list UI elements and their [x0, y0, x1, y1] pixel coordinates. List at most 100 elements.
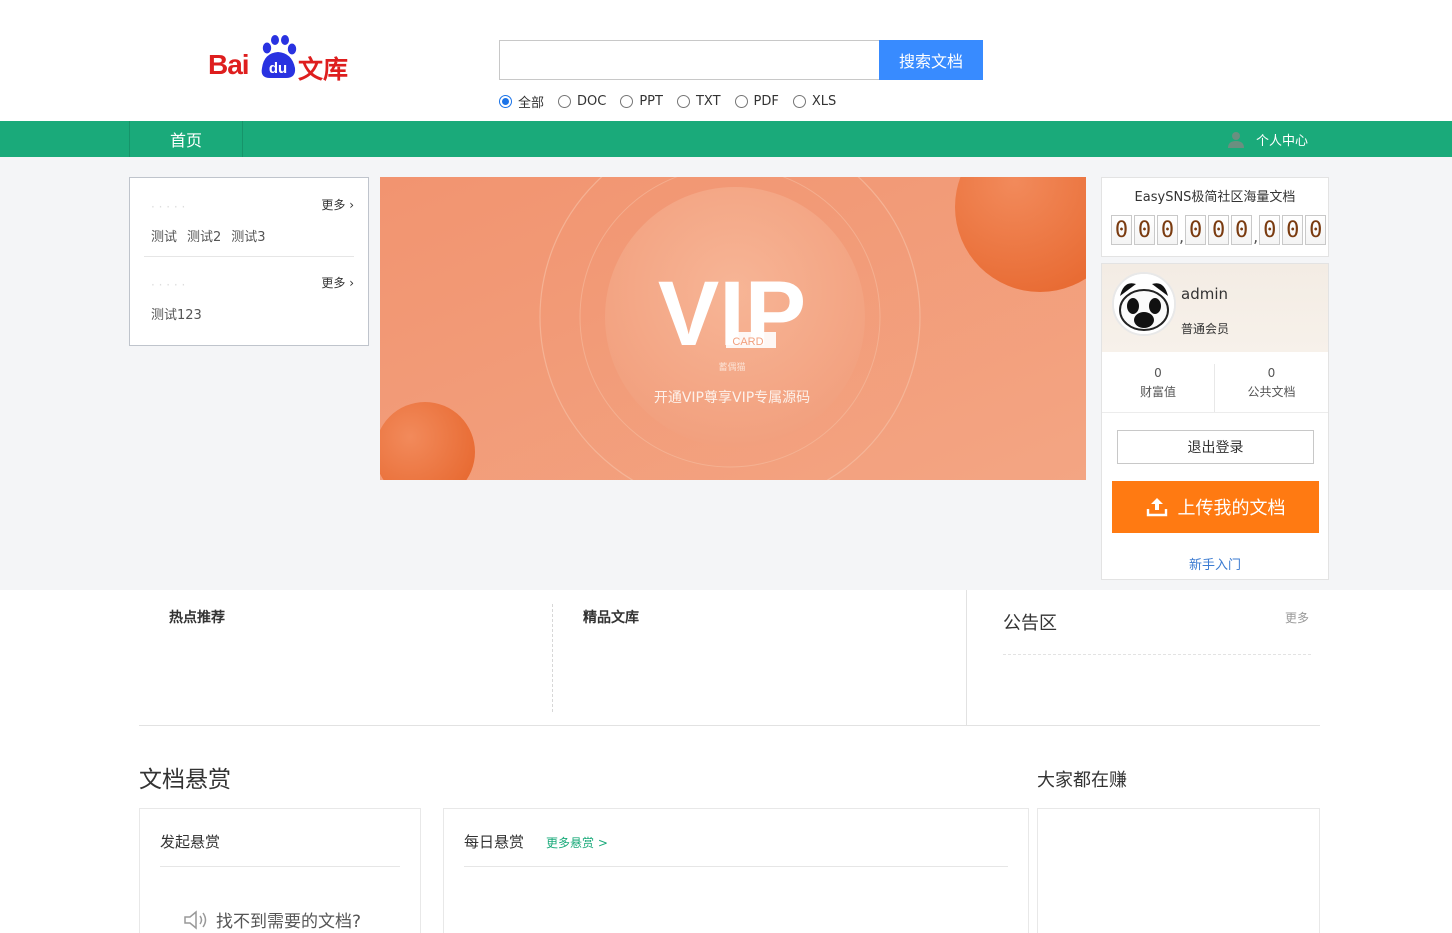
paw-icon: du [261, 35, 297, 78]
doc-reward-title: 文档悬赏 [139, 767, 231, 793]
search-button[interactable]: 搜索文档 [879, 40, 983, 80]
banner-tagline: 开通VIP尊享VIP专属源码 [654, 389, 810, 406]
avatar[interactable] [1112, 272, 1176, 336]
user-name[interactable]: admin [1181, 285, 1228, 303]
upload-icon [1146, 498, 1167, 517]
notice-more-link[interactable]: 更多 [1285, 609, 1309, 626]
category-more-link[interactable]: 更多 › [321, 196, 354, 213]
docs-value: 0 [1267, 366, 1276, 380]
filter-all[interactable]: 全部 [499, 92, 544, 111]
nav-home[interactable]: 首页 [129, 121, 243, 157]
panda-avatar-icon [1114, 274, 1174, 334]
counter-digit: 0 [1305, 215, 1327, 245]
nav-user-center[interactable]: 个人中心 [1226, 121, 1308, 157]
logout-button[interactable]: 退出登录 [1117, 430, 1314, 464]
daily-reward-title: 每日悬赏 [464, 833, 525, 851]
user-icon [1228, 132, 1244, 148]
counter-comma: , [1179, 227, 1185, 246]
category-link[interactable]: 测试123 [151, 304, 202, 323]
counter-digit: 0 [1231, 215, 1253, 245]
nav-user-center-label: 个人中心 [1256, 133, 1309, 149]
radio-icon [676, 94, 690, 108]
banner-small-text: 蓄偶猫 [718, 361, 745, 373]
not-found-text: 找不到需要的文档? [216, 912, 362, 932]
stats-title: EasySNS极简社区海量文档 [1134, 190, 1296, 205]
panel-divider [160, 866, 400, 867]
panel-divider [464, 866, 1008, 867]
everyone-earning-title: 大家都在赚 [1037, 770, 1127, 791]
filter-txt[interactable]: TXT [676, 93, 721, 109]
vip-card-label: CARD [732, 336, 763, 348]
filter-xls[interactable]: XLS [792, 93, 837, 109]
radio-checked-icon [499, 94, 512, 108]
earning-panel [1037, 808, 1320, 933]
radio-icon [792, 94, 806, 108]
more-rewards-link[interactable]: 更多悬赏 > [546, 834, 608, 851]
vip-banner[interactable]: VIP CARD 蓄偶猫 开通VIP尊享VIP专属源码 [380, 177, 1086, 480]
counter-digit: 0 [1157, 215, 1178, 245]
stat-public-docs[interactable]: 0 公共文档 [1215, 364, 1328, 402]
baidu-wenku-logo[interactable]: Bai du 文库 [208, 32, 348, 84]
category-title-faded: · · · · · [151, 278, 186, 292]
radio-icon [734, 94, 748, 108]
stat-wealth[interactable]: 0 财富值 [1102, 364, 1215, 412]
filter-label: 全部 [518, 95, 545, 111]
filter-doc[interactable]: DOC [558, 94, 606, 109]
launch-reward-title: 发起悬赏 [160, 833, 221, 851]
filter-label: XLS [811, 93, 837, 109]
vip-title: VIP [658, 263, 806, 365]
stats-divider [1102, 412, 1328, 413]
counter-digit: 0 [1185, 215, 1207, 245]
premium-library-title: 精品文库 [583, 610, 639, 626]
vip-banner-art: VIP CARD 蓄偶猫 开通VIP尊享VIP专属源码 [380, 177, 1086, 480]
column-divider [552, 604, 553, 712]
upload-doc-button[interactable]: 上传我的文档 [1112, 481, 1319, 533]
filter-label: DOC [577, 93, 607, 109]
doc-type-filter: 全部 DOC PPT TXT PDF XLS [499, 92, 850, 111]
counter-digit: 0 [1134, 215, 1155, 245]
filter-label: PPT [639, 93, 663, 109]
search-input[interactable] [499, 40, 880, 80]
filter-pdf[interactable]: PDF [734, 93, 779, 109]
column-divider [966, 590, 967, 725]
filter-label: PDF [753, 93, 779, 109]
category-links: 测试123 [151, 304, 202, 323]
counter-digit: 0 [1208, 215, 1230, 245]
counter-digit: 0 [1282, 215, 1304, 245]
main-nav-bar: 首页 个人中心 [0, 121, 1452, 157]
logo-wenku-text: 文库 [298, 55, 349, 84]
category-link[interactable]: 测试3 [231, 226, 265, 245]
launch-reward-panel: 发起悬赏 找不到需要的文档? [139, 808, 421, 933]
category-divider [144, 256, 354, 257]
user-panel: admin 普通会员 0 财富值 0 公共文档 退出登录 上传我的文档 新手入门 [1101, 263, 1329, 580]
doc-stats-panel: EasySNS极简社区海量文档 000,000,000 [1101, 177, 1329, 257]
notice-divider [1003, 654, 1311, 655]
upload-doc-label: 上传我的文档 [1177, 498, 1286, 519]
filter-label: TXT [695, 93, 721, 109]
section-divider [139, 725, 1320, 726]
logo-bai-text: Bai [208, 49, 250, 80]
docs-label: 公共文档 [1247, 385, 1296, 399]
filter-ppt[interactable]: PPT [620, 94, 663, 109]
radio-icon [558, 94, 572, 108]
wealth-label: 财富值 [1139, 385, 1176, 399]
logo-du-text: du [269, 60, 287, 77]
category-link[interactable]: 测试2 [187, 226, 221, 245]
category-link[interactable]: 测试 [151, 226, 177, 245]
doc-counter: 000,000,000 [1111, 215, 1328, 245]
not-found-prompt[interactable]: 找不到需要的文档? [182, 907, 361, 932]
category-panel: · · · · · 更多 › 测试 测试2 测试3 · · · · · 更多 ›… [129, 177, 369, 346]
category-links: 测试 测试2 测试3 [151, 226, 266, 245]
beginner-guide-link[interactable]: 新手入门 [1102, 554, 1328, 573]
hot-recommend-title: 热点推荐 [169, 610, 225, 626]
radio-icon [620, 94, 634, 108]
daily-reward-panel: 每日悬赏 更多悬赏 > [443, 808, 1029, 933]
notice-title: 公告区 [1003, 613, 1057, 634]
counter-comma: , [1253, 227, 1259, 246]
user-header: admin 普通会员 [1102, 264, 1328, 352]
category-more-link[interactable]: 更多 › [321, 274, 354, 291]
counter-digit: 0 [1259, 215, 1281, 245]
wealth-value: 0 [1154, 366, 1162, 380]
counter-digit: 0 [1111, 215, 1132, 245]
user-level: 普通会员 [1181, 322, 1230, 336]
